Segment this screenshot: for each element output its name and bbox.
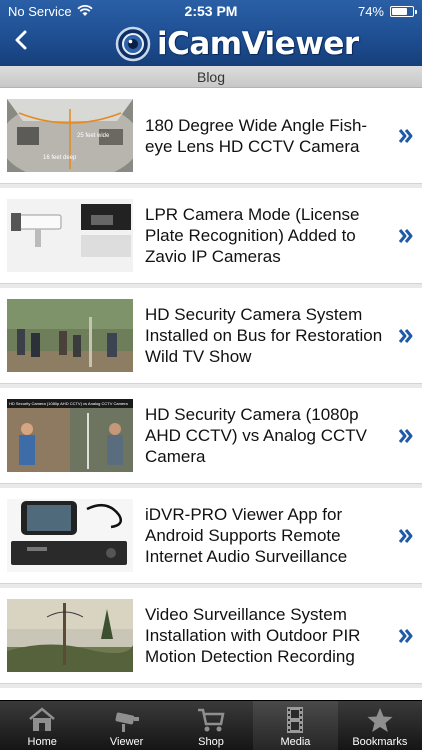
thumb-caption: HD Security Camera (1080p AHD CCTV) vs A… xyxy=(9,401,128,406)
thumb-label: 25 feet wide xyxy=(77,133,110,139)
status-bar: No Service 2:53 PM 74% xyxy=(0,0,422,22)
app-name: iCamViewer xyxy=(157,26,359,62)
chevron-right-icon xyxy=(398,128,413,143)
post-thumbnail xyxy=(7,599,133,672)
film-icon xyxy=(287,707,304,733)
post-title: HD Security Camera (1080p AHD CCTV) vs A… xyxy=(145,405,367,466)
post-thumbnail xyxy=(7,199,133,272)
post-title: HD Security Camera System Installed on B… xyxy=(145,305,383,366)
tab-viewer[interactable]: Viewer xyxy=(84,701,168,750)
tab-bar: Home Viewer Shop Media Bookmarks xyxy=(0,700,422,750)
tab-label: Media xyxy=(280,736,311,748)
post-thumbnail xyxy=(7,299,133,372)
chevron-right-icon xyxy=(398,428,413,443)
tab-label: Shop xyxy=(198,736,224,748)
post-title: iDVR-PRO Viewer App for Android Supports… xyxy=(145,505,348,566)
status-right: 74% xyxy=(357,3,417,19)
lens-icon xyxy=(115,26,151,62)
tab-home[interactable]: Home xyxy=(0,701,84,750)
chevron-right-icon xyxy=(398,528,413,543)
list-item[interactable]: HD Security Camera (1080p AHD CCTV) vs A… xyxy=(0,388,422,484)
list-item[interactable]: iDVR-PRO Viewer App for Android Supports… xyxy=(0,488,422,584)
list-item[interactable]: Video Surveillance System Installation w… xyxy=(0,588,422,684)
chevron-right-icon xyxy=(398,328,413,343)
status-left: No Service xyxy=(8,4,93,19)
tab-shop[interactable]: Shop xyxy=(169,701,253,750)
post-thumbnail: HD Security Camera (1080p AHD CCTV) vs A… xyxy=(7,399,133,472)
tab-label: Bookmarks xyxy=(352,736,408,748)
wifi-icon xyxy=(76,5,93,17)
carrier-label: No Service xyxy=(8,3,72,19)
battery-percent: 74% xyxy=(357,3,384,19)
star-icon xyxy=(367,708,393,732)
list-item[interactable]: HD Security Camera System Installed on B… xyxy=(0,288,422,384)
post-title: 180 Degree Wide Angle Fish-eye Lens HD C… xyxy=(145,115,368,156)
app-header: No Service 2:53 PM 74% iCamViewer xyxy=(0,0,422,66)
nav-bar: iCamViewer xyxy=(0,22,422,66)
blog-list: 25 feet wide 16 feet deep 180 Degree Wid… xyxy=(0,88,422,700)
chevron-right-icon xyxy=(398,228,413,243)
tab-label: Home xyxy=(27,736,57,748)
post-thumbnail: 25 feet wide 16 feet deep xyxy=(7,99,133,172)
tab-media[interactable]: Media xyxy=(253,701,338,750)
post-title: LPR Camera Mode (License Plate Recogniti… xyxy=(145,205,360,266)
post-thumbnail xyxy=(7,499,133,572)
battery-icon xyxy=(390,5,417,17)
list-item[interactable]: 25 feet wide 16 feet deep 180 Degree Wid… xyxy=(0,88,422,184)
tab-label: Viewer xyxy=(109,736,144,748)
list-item[interactable]: LPR Camera Mode (License Plate Recogniti… xyxy=(0,188,422,284)
section-title: Blog xyxy=(0,66,422,88)
camera-icon xyxy=(115,712,139,732)
home-icon xyxy=(29,707,56,731)
chevron-left-icon xyxy=(15,30,27,50)
app-logo: iCamViewer xyxy=(115,24,359,64)
list-item[interactable] xyxy=(0,688,422,700)
thumb-label: 16 feet deep xyxy=(43,155,77,161)
tab-bookmarks[interactable]: Bookmarks xyxy=(338,701,422,750)
cart-icon xyxy=(198,708,225,732)
post-title: Video Surveillance System Installation w… xyxy=(145,605,361,666)
chevron-right-icon xyxy=(398,628,413,643)
back-button[interactable] xyxy=(10,26,34,56)
